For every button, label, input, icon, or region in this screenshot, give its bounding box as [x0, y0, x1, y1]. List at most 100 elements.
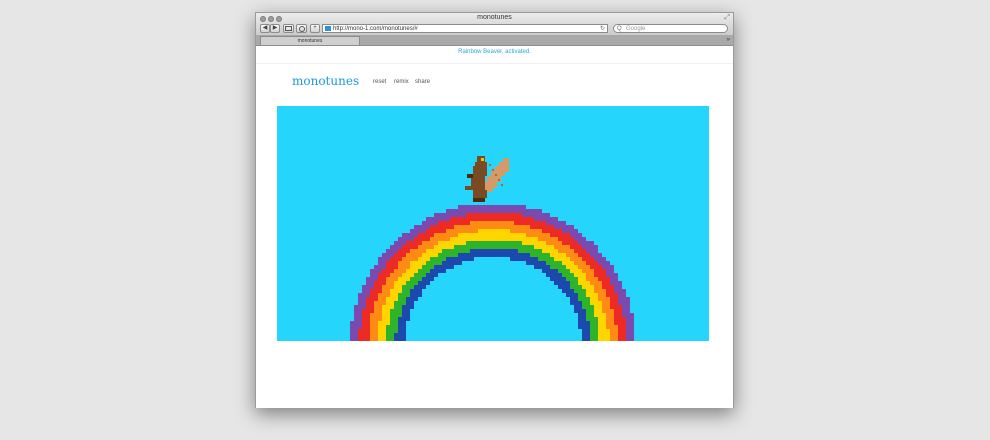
rainbow-pixel: [422, 269, 426, 273]
rainbow-pixel: [386, 285, 390, 289]
rainbow-pixel: [410, 249, 414, 253]
rainbow-pixel: [530, 253, 534, 257]
rainbow-pixel: [622, 293, 626, 297]
rainbow-pixel: [578, 301, 582, 305]
rainbow-pixel: [514, 229, 518, 233]
rainbow-pixel: [538, 225, 542, 229]
rainbow-pixel: [426, 221, 430, 225]
rainbow-pixel: [426, 261, 430, 265]
rainbow-pixel: [402, 321, 406, 325]
rainbow-pixel: [538, 213, 542, 217]
rainbow-pixel: [614, 337, 618, 341]
rainbow-pixel: [534, 209, 538, 213]
fullscreen-icon[interactable]: ⤢: [724, 14, 730, 22]
address-bar[interactable]: http://mono-1.com/monotunes/# ↻: [322, 24, 608, 33]
rainbow-pixel: [398, 321, 402, 325]
rainbow-canvas[interactable]: [277, 106, 709, 341]
rainbow-pixel: [462, 257, 466, 261]
rainbow-pixel: [386, 253, 390, 257]
rainbow-pixel: [462, 237, 466, 241]
rainbow-pixel: [534, 217, 538, 221]
rainbow-pixel: [426, 217, 430, 221]
nav-remix-link[interactable]: remix: [394, 79, 409, 85]
rainbow-pixel: [470, 253, 474, 257]
rainbow-pixel: [394, 281, 398, 285]
rainbow-pixel: [434, 221, 438, 225]
rainbow-pixel: [518, 209, 522, 213]
rainbow-pixel: [386, 293, 390, 297]
tab-monotunes[interactable]: monotunes: [260, 36, 360, 45]
rainbow-pixel: [350, 337, 354, 341]
rainbow-pixel: [358, 317, 362, 321]
rainbow-pixel: [374, 277, 378, 281]
bookmarks-button[interactable]: [283, 24, 294, 33]
rainbow-pixel: [614, 325, 618, 329]
rainbow-pixel: [502, 253, 506, 257]
reload-icon[interactable]: ↻: [600, 25, 605, 33]
rainbow-pixel: [394, 241, 398, 245]
rainbow-pixel: [502, 249, 506, 253]
nav-reset-link[interactable]: reset: [373, 79, 386, 85]
add-bookmark-button[interactable]: +: [310, 24, 320, 33]
rainbow-pixel: [586, 245, 590, 249]
rainbow-pixel: [578, 241, 582, 245]
rainbow-pixel: [542, 253, 546, 257]
rainbow-pixel: [570, 237, 574, 241]
rainbow-pixel: [550, 257, 554, 261]
rainbow-pixel: [498, 241, 502, 245]
rainbow-pixel: [590, 313, 594, 317]
rainbow-pixel: [402, 245, 406, 249]
rainbow-pixel: [618, 301, 622, 305]
rainbow-pixel: [442, 265, 446, 269]
rainbow-pixel: [594, 289, 598, 293]
rainbow-pixel: [466, 241, 470, 245]
forward-button[interactable]: ▶: [270, 24, 280, 33]
rainbow-pixel: [510, 257, 514, 261]
settings-button[interactable]: [296, 24, 307, 33]
divider: [256, 63, 733, 64]
rainbow-pixel: [606, 301, 610, 305]
rainbow-pixel: [382, 269, 386, 273]
rainbow-pixel: [502, 233, 506, 237]
rainbow-pixel: [586, 269, 590, 273]
rainbow-pixel: [546, 213, 550, 217]
rainbow-pixel: [574, 265, 578, 269]
rainbow-pixel: [614, 309, 618, 313]
rainbow-pixel: [538, 265, 542, 269]
rainbow-pixel: [606, 293, 610, 297]
rainbow-pixel: [410, 289, 414, 293]
site-logo[interactable]: monotunes: [292, 74, 359, 88]
rainbow-pixel: [402, 313, 406, 317]
rainbow-pixel: [478, 233, 482, 237]
rainbow-pixel: [530, 245, 534, 249]
rainbow-pixel: [506, 237, 510, 241]
rainbow-pixel: [550, 269, 554, 273]
rainbow-pixel: [398, 301, 402, 305]
rainbow-pixel: [394, 305, 398, 309]
rainbow-pixel: [578, 273, 582, 277]
nav-share-link[interactable]: share: [415, 79, 430, 85]
rainbow-pixel: [438, 261, 442, 265]
tab-overflow-icon[interactable]: »: [727, 35, 730, 45]
rainbow-pixel: [378, 285, 382, 289]
back-button[interactable]: ◀: [260, 24, 270, 33]
rainbow-pixel: [390, 261, 394, 265]
rainbow-pixel: [534, 241, 538, 245]
rainbow-pixel: [554, 245, 558, 249]
rainbow-pixel: [610, 317, 614, 321]
rainbow-pixel: [358, 309, 362, 313]
rainbow-pixel: [602, 265, 606, 269]
rainbow-pixel: [550, 245, 554, 249]
rainbow-pixel: [430, 229, 434, 233]
search-field[interactable]: Q Google: [613, 24, 728, 33]
rainbow-pixel: [626, 333, 630, 337]
rainbow-pixel: [422, 237, 426, 241]
rainbow-pixel: [382, 333, 386, 337]
rainbow-pixel: [378, 309, 382, 313]
rainbow-pixel: [630, 321, 634, 325]
rainbow-pixel: [534, 261, 538, 265]
rainbow-pixel: [582, 273, 586, 277]
rainbow-pixel: [554, 225, 558, 229]
rainbow-pixel: [406, 281, 410, 285]
rainbow-pixel: [486, 253, 490, 257]
